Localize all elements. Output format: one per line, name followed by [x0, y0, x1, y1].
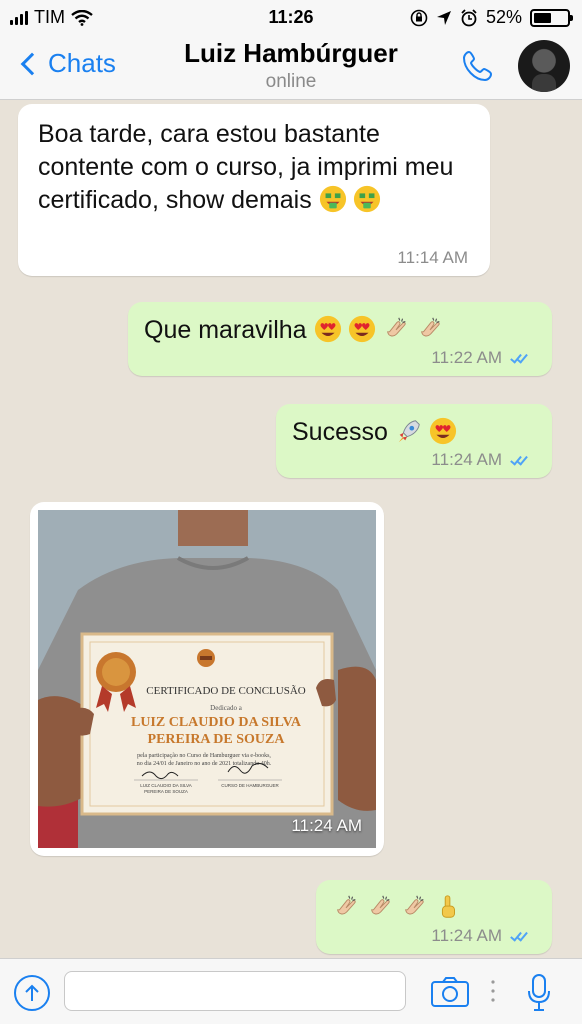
- message-meta: 11:24 AM: [431, 926, 530, 946]
- money-mouth-face-icon: [319, 185, 347, 213]
- signature-left-line2: PEREIRA DE SOUZA: [144, 789, 188, 794]
- certificate-body-line1: pela participação no Curso de Hamburguer…: [137, 753, 271, 759]
- message-time: 11:22 AM: [431, 348, 502, 367]
- certificate-name-line2: PEREIRA DE SOUZA: [148, 732, 286, 747]
- heart-eyes-face-icon: [314, 315, 342, 343]
- clapping-hands-icon: [382, 315, 410, 343]
- chat-area[interactable]: Boa tarde, cara estou bastante contente …: [0, 100, 582, 958]
- message-text: [332, 892, 536, 925]
- contact-name: Luiz Hambúrguer: [184, 38, 398, 68]
- rocket-icon: [395, 417, 423, 445]
- upload-icon: [25, 984, 39, 1001]
- message-body: Boa tarde, cara estou bastante contente …: [38, 120, 454, 214]
- back-label: Chats: [48, 48, 116, 78]
- clapping-hands-icon: [366, 893, 394, 921]
- more-dots-icon[interactable]: [490, 979, 496, 1003]
- message-meta: 11:22 AM: [431, 348, 530, 368]
- contact-status: online: [265, 71, 317, 92]
- message-body: Sucesso: [292, 418, 388, 446]
- message-outgoing[interactable]: Sucesso 11:24 AM: [276, 404, 552, 478]
- message-photo[interactable]: CERTIFICADO DE CONCLUSÃO Dedicado a LUIZ…: [30, 502, 384, 856]
- message-incoming[interactable]: Boa tarde, cara estou bastante contente …: [18, 104, 490, 276]
- photo-image[interactable]: CERTIFICADO DE CONCLUSÃO Dedicado a LUIZ…: [38, 510, 376, 848]
- phone-icon[interactable]: [460, 48, 496, 84]
- message-time: 11:24 AM: [431, 450, 502, 469]
- message-time: 11:14 AM: [397, 248, 468, 267]
- certificate-dedicated: Dedicado a: [210, 704, 243, 712]
- money-mouth-face-icon: [353, 185, 381, 213]
- chat-header: Chats Luiz Hambúrguer online: [0, 34, 582, 100]
- message-meta: 11:14 AM: [397, 248, 468, 268]
- read-ticks-icon: [510, 351, 530, 364]
- signature-right: CURSO DE HAMBURGUER: [221, 783, 279, 788]
- signature-left-line1: LUIZ CLAUDIO DA SILVA: [140, 783, 192, 788]
- back-button[interactable]: Chats: [18, 48, 116, 79]
- status-right: 52%: [410, 7, 573, 28]
- certificate-title: CERTIFICADO DE CONCLUSÃO: [146, 685, 306, 697]
- location-icon: [436, 10, 451, 25]
- read-ticks-icon: [510, 453, 530, 466]
- clapping-hands-icon: [416, 315, 444, 343]
- message-outgoing[interactable]: Que maravilha 11:22 AM: [128, 302, 552, 376]
- microphone-icon[interactable]: [526, 973, 552, 1013]
- camera-icon[interactable]: [430, 975, 470, 1009]
- clapping-hands-icon: [332, 893, 360, 921]
- upload-button[interactable]: [14, 975, 50, 1011]
- message-time: 11:24 AM: [431, 926, 502, 945]
- heart-eyes-face-icon: [429, 417, 457, 445]
- clapping-hands-icon: [400, 893, 428, 921]
- message-body: Que maravilha: [144, 316, 307, 344]
- message-text: Sucesso: [292, 416, 536, 449]
- battery-percent: 52%: [485, 7, 522, 27]
- status-bar: TIM 11:26 52%: [0, 0, 582, 34]
- message-text: Boa tarde, cara estou bastante contente …: [38, 118, 470, 217]
- battery-icon: [530, 8, 573, 27]
- contact-info[interactable]: Luiz Hambúrguer online: [140, 38, 442, 93]
- alarm-icon: [461, 8, 477, 26]
- input-bar: [0, 958, 582, 1024]
- message-meta: 11:24 AM: [431, 450, 530, 470]
- message-input[interactable]: [64, 971, 406, 1011]
- chevron-left-icon: [20, 52, 44, 75]
- avatar[interactable]: [518, 40, 570, 92]
- index-pointing-up-icon: [434, 893, 462, 921]
- photo-time: 11:24 AM: [291, 816, 362, 835]
- message-text: Que maravilha: [144, 314, 536, 347]
- certificate-photo: CERTIFICADO DE CONCLUSÃO Dedicado a LUIZ…: [38, 510, 376, 848]
- message-outgoing[interactable]: 11:24 AM: [316, 880, 552, 954]
- heart-eyes-face-icon: [348, 315, 376, 343]
- orientation-lock-icon: [410, 9, 428, 26]
- battery-fill: [534, 12, 551, 23]
- certificate-name-line1: LUIZ CLAUDIO DA SILVA: [131, 715, 302, 730]
- read-ticks-icon: [510, 929, 530, 942]
